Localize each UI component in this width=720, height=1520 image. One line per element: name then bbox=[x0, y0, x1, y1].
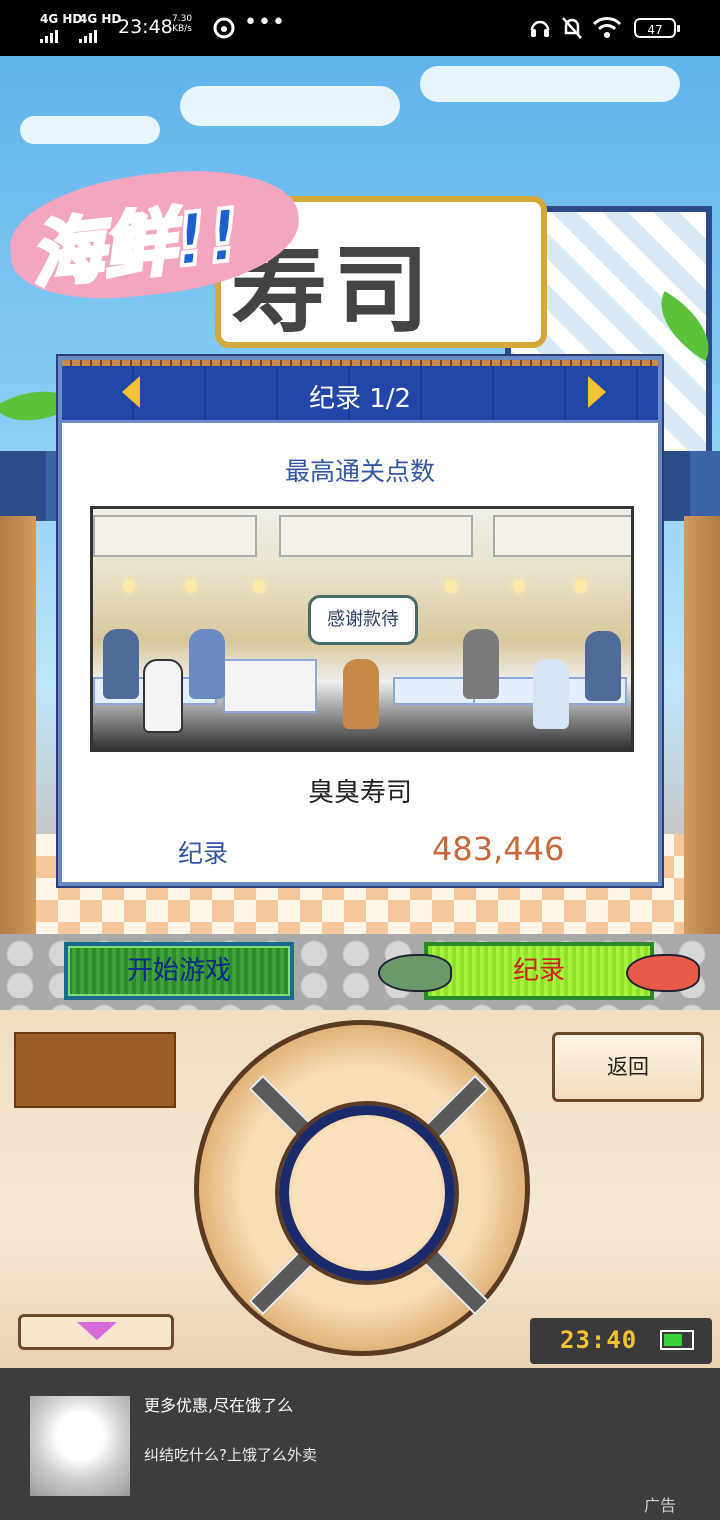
customer-character bbox=[343, 659, 379, 729]
battery-icon: 47 bbox=[634, 18, 680, 38]
chef-character bbox=[103, 629, 139, 699]
record-category: 最高通关点数 bbox=[284, 457, 435, 486]
chef-character bbox=[143, 659, 183, 733]
scene-sign bbox=[279, 515, 473, 557]
wood-pillar bbox=[0, 516, 36, 946]
green-fish-icon bbox=[378, 954, 452, 992]
net-speed-value: 7.30 bbox=[172, 14, 193, 24]
back-button[interactable]: 返回 bbox=[552, 1032, 704, 1102]
shop-name: 臭臭寿司 bbox=[307, 778, 412, 808]
lamp-icon bbox=[513, 579, 525, 593]
headset-icon bbox=[530, 20, 550, 37]
cloud bbox=[180, 86, 400, 126]
wifi-icon bbox=[592, 17, 622, 38]
triangle-down-icon bbox=[77, 1322, 117, 1340]
net-speed-unit: KB/s bbox=[172, 24, 192, 34]
signal-icon bbox=[40, 24, 60, 43]
start-game-button[interactable]: 开始游戏 bbox=[64, 942, 294, 1000]
net-speed: 7.30 KB/s bbox=[172, 14, 192, 34]
red-fish-icon bbox=[626, 954, 700, 992]
mute-bell-icon bbox=[562, 17, 582, 39]
record-button[interactable]: 纪录 bbox=[424, 942, 654, 1000]
status-bar: 4G HD 4G HD 23:48 7.30 KB/s ••• 47 bbox=[0, 0, 720, 56]
dpad-center-button[interactable] bbox=[279, 1105, 455, 1281]
chef-character bbox=[533, 659, 569, 729]
record-panel-title: 纪录 1/2 bbox=[308, 384, 412, 414]
scene-sign bbox=[493, 515, 631, 557]
scene-sign bbox=[93, 515, 257, 557]
cloud bbox=[20, 116, 160, 144]
next-arrow-icon[interactable] bbox=[588, 376, 606, 408]
game-clock: 23:40 bbox=[530, 1318, 712, 1364]
lamp-icon bbox=[185, 579, 197, 593]
ad-banner[interactable]: 更多优惠,尽在饿了么 纠结吃什么?上饿了么外卖 广告 bbox=[0, 1368, 720, 1520]
chef-character bbox=[189, 629, 225, 699]
scroll-down-button[interactable] bbox=[18, 1314, 174, 1350]
chef-character bbox=[463, 629, 499, 699]
record-screenshot: 感谢款待 bbox=[90, 506, 634, 752]
wood-pillar bbox=[684, 516, 720, 946]
speech-bubble: 感谢款待 bbox=[308, 595, 418, 645]
record-value: 483,446 bbox=[432, 830, 565, 868]
scene-counter bbox=[223, 659, 317, 713]
ad-description[interactable]: 纠结吃什么?上饿了么外卖 bbox=[144, 1444, 317, 1465]
netease-music-icon bbox=[213, 17, 235, 39]
logo-text-1: 海鲜!! bbox=[25, 190, 246, 299]
lamp-icon bbox=[253, 579, 265, 593]
more-dots-icon: ••• bbox=[244, 10, 286, 35]
controller-slot bbox=[14, 1032, 176, 1108]
lamp-icon bbox=[123, 579, 135, 593]
record-panel-header: 纪录 1/2 bbox=[62, 360, 658, 423]
ad-thumbnail[interactable] bbox=[30, 1396, 130, 1496]
ad-tag: 广告 bbox=[644, 1496, 677, 1515]
battery-icon bbox=[660, 1330, 694, 1350]
lamp-icon bbox=[575, 579, 587, 593]
chef-character bbox=[585, 631, 621, 701]
clock: 23:48 bbox=[118, 16, 173, 38]
dpad[interactable] bbox=[194, 1020, 530, 1356]
cloud bbox=[420, 66, 680, 102]
record-panel: 纪录 1/2 最高通关点数 感谢款待 臭臭寿司 纪录 483,446 bbox=[58, 356, 662, 886]
record-label: 纪录 bbox=[178, 839, 229, 868]
lamp-icon bbox=[445, 579, 457, 593]
ad-title[interactable]: 更多优惠,尽在饿了么 bbox=[144, 1392, 293, 1416]
signal-icon-2 bbox=[79, 24, 99, 43]
game-clock-time: 23:40 bbox=[560, 1326, 638, 1354]
